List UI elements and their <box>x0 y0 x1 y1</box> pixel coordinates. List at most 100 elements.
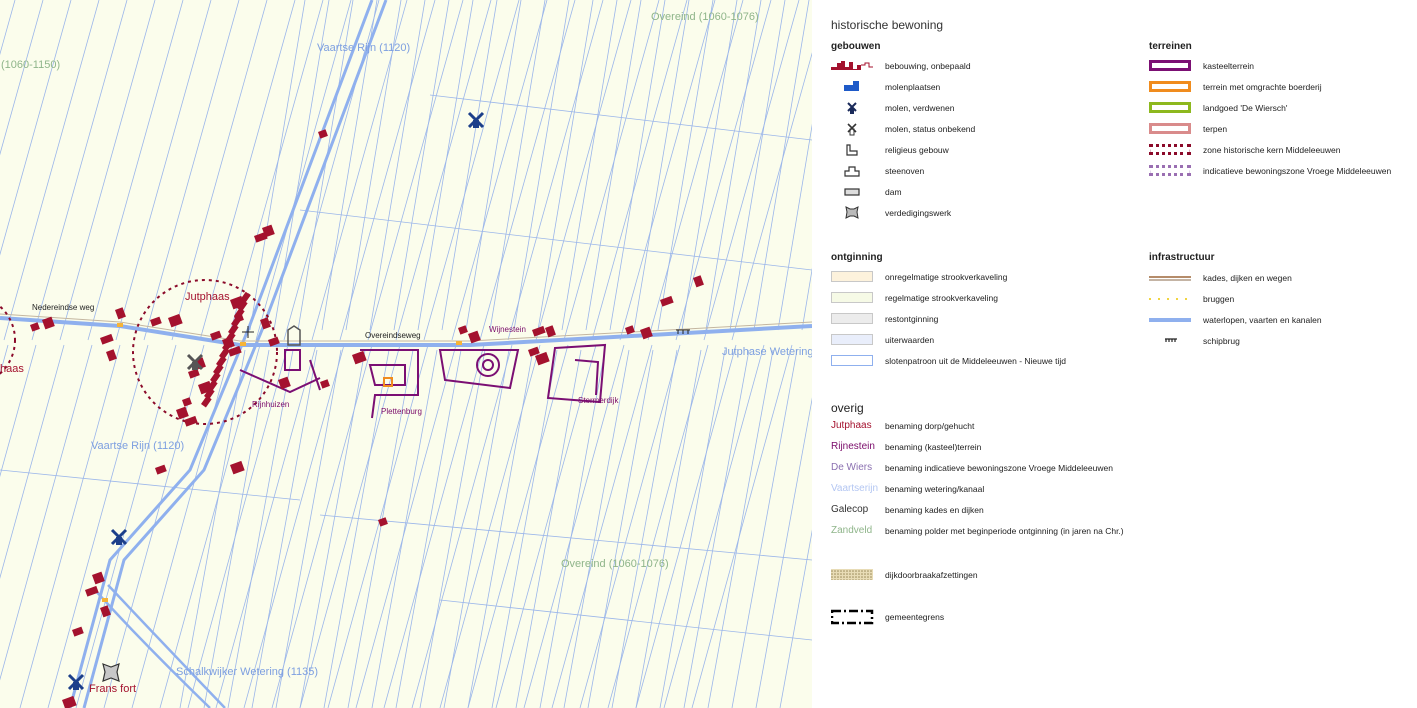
bridge-line <box>1149 298 1191 300</box>
mill-site-icon <box>844 81 859 91</box>
legend-item-label: kades, dijken en wegen <box>1203 273 1292 283</box>
ditch-line <box>249 0 306 331</box>
legend-item-label: onregelmatige strookverkaveling <box>885 272 1008 282</box>
windmill-icon <box>116 537 122 545</box>
ditch-line <box>707 349 774 708</box>
windmill-icon <box>473 120 479 128</box>
building <box>41 316 55 330</box>
ditch-line <box>327 344 429 708</box>
reclamation-swatch <box>831 334 873 345</box>
dam-icon <box>844 188 860 196</box>
building <box>30 322 40 332</box>
building <box>61 695 77 708</box>
legend-item-label: benaming (kasteel)terrein <box>885 442 982 452</box>
church-icon <box>287 325 301 346</box>
ditch-line <box>299 349 366 708</box>
map-canvas[interactable]: Overeind (1060-1076) (1060-1150) Overein… <box>0 0 812 708</box>
reclamation-swatch <box>831 271 873 282</box>
windmill-icon <box>73 682 79 690</box>
legend-item-label: molen, verdwenen <box>885 103 955 113</box>
building <box>532 325 546 337</box>
road-label: Overeindseweg <box>365 331 421 340</box>
ditch-line <box>731 349 798 708</box>
terrain-swatch <box>1149 144 1191 155</box>
ditch-line <box>635 349 702 708</box>
deposit-swatch <box>831 569 873 580</box>
legend-item-label: restontginning <box>885 314 939 324</box>
ditch-line <box>0 0 16 56</box>
ditch-line <box>319 514 812 561</box>
legend-item-label: indicatieve bewoningszone Vroege Middele… <box>1203 166 1392 176</box>
terrain-swatch <box>1149 123 1191 134</box>
ditch-line <box>131 344 233 708</box>
ditch-line <box>585 0 642 331</box>
building <box>71 626 84 637</box>
ditch-line <box>439 599 812 641</box>
ditch-line <box>753 0 810 331</box>
ditch-line <box>659 349 726 708</box>
legend-item-label: benaming wetering/kanaal <box>885 484 985 494</box>
water-line <box>1149 318 1191 322</box>
estate-label: Stormerdijk <box>578 396 619 405</box>
building <box>182 397 192 407</box>
ditch-line <box>491 349 558 708</box>
ditch-line <box>143 0 240 341</box>
ditch-line <box>429 94 812 141</box>
name-style-sample: Rijnestein <box>831 441 875 452</box>
ditch-line <box>423 0 520 341</box>
ditch-line <box>0 0 44 156</box>
terrain-swatch <box>1149 165 1191 176</box>
map-graphics <box>0 0 812 708</box>
legend-item-label: bruggen <box>1203 294 1235 304</box>
legend-heading-overig: overig <box>831 401 864 415</box>
bridge <box>102 598 108 602</box>
name-style-sample: Zandveld <box>831 525 873 536</box>
legend-item-label: steenoven <box>885 166 925 176</box>
ditch-line <box>19 344 121 708</box>
ditch-line <box>563 0 660 341</box>
legend-heading-terreinen: terreinen <box>1149 41 1192 52</box>
ditch-line <box>171 0 268 341</box>
name-style-sample: De Wiers <box>831 462 873 473</box>
legend-item-label: bebouwing, onbepaald <box>885 61 971 71</box>
ditch-line <box>0 0 72 256</box>
ditch-line <box>115 0 212 341</box>
ditch-line <box>299 209 812 271</box>
ditch-line <box>371 349 438 708</box>
ditch-line <box>663 344 765 708</box>
name-style-sample: Jutphaas <box>831 420 872 431</box>
ditch-line <box>467 349 534 708</box>
ship-bridge-icon <box>1165 338 1177 342</box>
building <box>167 313 183 328</box>
fortification-icon <box>845 206 859 219</box>
building <box>184 415 198 427</box>
ditch-line <box>515 349 582 708</box>
ditch-line <box>467 344 569 708</box>
building <box>150 316 162 327</box>
ditch-line <box>633 0 690 331</box>
terrain-swatch <box>1149 102 1191 113</box>
ditch-line <box>383 344 485 708</box>
ditch-line <box>465 0 522 331</box>
building <box>99 333 114 345</box>
building <box>188 368 200 379</box>
legend-item-label: kasteelterrein <box>1203 61 1255 71</box>
water-label: Jutphase Wetering <box>722 346 812 358</box>
building <box>545 325 556 338</box>
building-icon <box>831 61 873 70</box>
name-style-sample: Vaartserijn <box>831 483 879 494</box>
legend-item-label: terrein met omgrachte boerderij <box>1203 82 1322 92</box>
building <box>319 379 330 389</box>
name-style-sample: Galecop <box>831 504 869 515</box>
legend-item-label: molenplaatsen <box>885 82 941 92</box>
ditch-line <box>489 0 546 331</box>
legend-title: historische bewoning <box>831 18 944 32</box>
water-label: Vaartse Rijn (1120) <box>91 440 185 452</box>
ditch-line <box>657 0 714 331</box>
municipal-border-line <box>831 609 874 625</box>
ditch-line <box>441 0 498 331</box>
ditch-line <box>591 0 688 341</box>
terrain-swatch <box>1149 60 1191 71</box>
village-label: Jutphaas <box>185 291 230 303</box>
legend-heading-gebouwen: gebouwen <box>831 41 881 52</box>
